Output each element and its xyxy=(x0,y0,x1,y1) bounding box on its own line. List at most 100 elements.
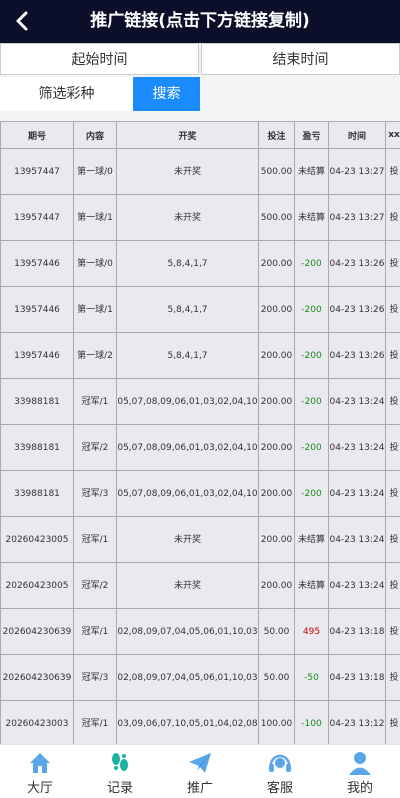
cell-time: 04-23 13:12 xyxy=(329,701,386,745)
cell-content: 冠军/1 xyxy=(74,517,117,563)
table-row[interactable]: 13957446第一球/25,8,4,1,7200.00-20004-23 13… xyxy=(1,333,400,379)
column-header-action: xx xyxy=(386,122,400,149)
cell-time: 04-23 13:24 xyxy=(329,563,386,609)
column-header-content: 内容 xyxy=(74,122,117,149)
cell-action[interactable]: 投 xyxy=(386,425,400,471)
cell-action[interactable]: 投 xyxy=(386,333,400,379)
cell-action[interactable]: 投 xyxy=(386,609,400,655)
table-row[interactable]: 202604230639冠军/102,08,09,07,04,05,06,01,… xyxy=(1,609,400,655)
cell-result: 未开奖 xyxy=(117,195,259,241)
start-time-button[interactable]: 起始时间 xyxy=(0,43,199,75)
cell-time: 04-23 13:26 xyxy=(329,241,386,287)
records-table-container[interactable]: 期号 内容 开奖 投注 盈亏 时间 xx 13957447第一球/0未开奖500… xyxy=(0,121,400,744)
cell-profit: -200 xyxy=(295,471,329,517)
table-row[interactable]: 13957446第一球/05,8,4,1,7200.00-20004-23 13… xyxy=(1,241,400,287)
cell-bet: 100.00 xyxy=(259,701,295,745)
cell-action[interactable]: 投 xyxy=(386,195,400,241)
table-row[interactable]: 13957447第一球/1未开奖500.00未结算04-23 13:27投 xyxy=(1,195,400,241)
cell-action[interactable]: 投 xyxy=(386,701,400,745)
cell-time: 04-23 13:24 xyxy=(329,517,386,563)
headset-icon xyxy=(267,750,293,776)
table-row[interactable]: 13957447第一球/0未开奖500.00未结算04-23 13:27投 xyxy=(1,149,400,195)
cell-content: 冠军/1 xyxy=(74,379,117,425)
cell-action[interactable]: 投 xyxy=(386,241,400,287)
cell-profit: -200 xyxy=(295,333,329,379)
table-row[interactable]: 33988181冠军/305,07,08,09,06,01,03,02,04,1… xyxy=(1,471,400,517)
cell-action[interactable]: 投 xyxy=(386,287,400,333)
table-row[interactable]: 13957446第一球/15,8,4,1,7200.00-20004-23 13… xyxy=(1,287,400,333)
cell-bet: 200.00 xyxy=(259,241,295,287)
cell-content: 冠军/3 xyxy=(74,655,117,701)
cell-issue: 202604230639 xyxy=(1,655,74,701)
nav-item-lobby[interactable]: 大厅 xyxy=(0,745,80,798)
cell-bet: 50.00 xyxy=(259,655,295,701)
cell-result: 未开奖 xyxy=(117,563,259,609)
cell-profit: -200 xyxy=(295,425,329,471)
end-time-button[interactable]: 结束时间 xyxy=(201,43,400,75)
table-row[interactable]: 33988181冠军/105,07,08,09,06,01,03,02,04,1… xyxy=(1,379,400,425)
column-header-issue: 期号 xyxy=(1,122,74,149)
lottery-filter-button[interactable]: 筛选彩种 xyxy=(0,77,133,111)
cell-bet: 200.00 xyxy=(259,471,295,517)
nav-label-support: 客服 xyxy=(240,777,320,796)
nav-item-records[interactable]: 记录 xyxy=(80,745,160,798)
cell-time: 04-23 13:26 xyxy=(329,333,386,379)
cell-content: 冠军/1 xyxy=(74,701,117,745)
nav-item-profile[interactable]: 我的 xyxy=(320,745,400,798)
cell-bet: 500.00 xyxy=(259,195,295,241)
column-header-result: 开奖 xyxy=(117,122,259,149)
house-icon xyxy=(27,750,53,776)
cell-action[interactable]: 投 xyxy=(386,563,400,609)
cell-action[interactable]: 投 xyxy=(386,471,400,517)
cell-issue: 13957446 xyxy=(1,241,74,287)
cell-issue: 13957446 xyxy=(1,287,74,333)
cell-time: 04-23 13:24 xyxy=(329,471,386,517)
table-row[interactable]: 33988181冠军/205,07,08,09,06,01,03,02,04,1… xyxy=(1,425,400,471)
nav-label-profile: 我的 xyxy=(320,777,400,796)
cell-issue: 33988181 xyxy=(1,379,74,425)
nav-label-lobby: 大厅 xyxy=(0,777,80,796)
nav-item-promotion[interactable]: 推广 xyxy=(160,745,240,798)
cell-action[interactable]: 投 xyxy=(386,379,400,425)
column-header-profit: 盈亏 xyxy=(295,122,329,149)
column-header-time: 时间 xyxy=(329,122,386,149)
table-row[interactable]: 20260423005冠军/1未开奖200.00未结算04-23 13:24投 xyxy=(1,517,400,563)
cell-issue: 202604230639 xyxy=(1,609,74,655)
cell-action[interactable]: 投 xyxy=(386,655,400,701)
nav-label-records: 记录 xyxy=(80,777,160,796)
bottom-nav: 大厅 记录 推广 客服 我的 xyxy=(0,744,400,798)
cell-profit: 未结算 xyxy=(295,149,329,195)
cell-content: 第一球/0 xyxy=(74,149,117,195)
cell-time: 04-23 13:27 xyxy=(329,149,386,195)
cell-time: 04-23 13:26 xyxy=(329,287,386,333)
cell-issue: 13957446 xyxy=(1,333,74,379)
cell-profit: -200 xyxy=(295,379,329,425)
cell-issue: 33988181 xyxy=(1,425,74,471)
records-table: 期号 内容 开奖 投注 盈亏 时间 xx 13957447第一球/0未开奖500… xyxy=(0,121,400,744)
cell-bet: 200.00 xyxy=(259,563,295,609)
cell-issue: 13957447 xyxy=(1,195,74,241)
cell-result: 02,08,09,07,04,05,06,01,10,03 xyxy=(117,655,259,701)
cell-action[interactable]: 投 xyxy=(386,517,400,563)
cell-profit: -200 xyxy=(295,287,329,333)
table-row[interactable]: 202604230639冠军/302,08,09,07,04,05,06,01,… xyxy=(1,655,400,701)
cell-content: 冠军/2 xyxy=(74,563,117,609)
table-row[interactable]: 20260423003冠军/103,09,06,07,10,05,01,04,0… xyxy=(1,701,400,745)
cell-issue: 20260423003 xyxy=(1,701,74,745)
cell-result: 05,07,08,09,06,01,03,02,04,10 xyxy=(117,471,259,517)
cell-issue: 20260423005 xyxy=(1,517,74,563)
cell-action[interactable]: 投 xyxy=(386,149,400,195)
header-bar: 推广链接(点击下方链接复制) xyxy=(0,0,400,43)
cell-issue: 20260423005 xyxy=(1,563,74,609)
table-row[interactable]: 20260423005冠军/2未开奖200.00未结算04-23 13:24投 xyxy=(1,563,400,609)
search-button[interactable]: 搜索 xyxy=(133,77,200,111)
cell-result: 05,07,08,09,06,01,03,02,04,10 xyxy=(117,425,259,471)
cell-profit: 未结算 xyxy=(295,517,329,563)
cell-result: 未开奖 xyxy=(117,149,259,195)
cell-profit: -50 xyxy=(295,655,329,701)
page-title[interactable]: 推广链接(点击下方链接复制) xyxy=(0,0,400,43)
cell-bet: 200.00 xyxy=(259,517,295,563)
cell-profit: 未结算 xyxy=(295,563,329,609)
cell-content: 冠军/2 xyxy=(74,425,117,471)
nav-item-support[interactable]: 客服 xyxy=(240,745,320,798)
